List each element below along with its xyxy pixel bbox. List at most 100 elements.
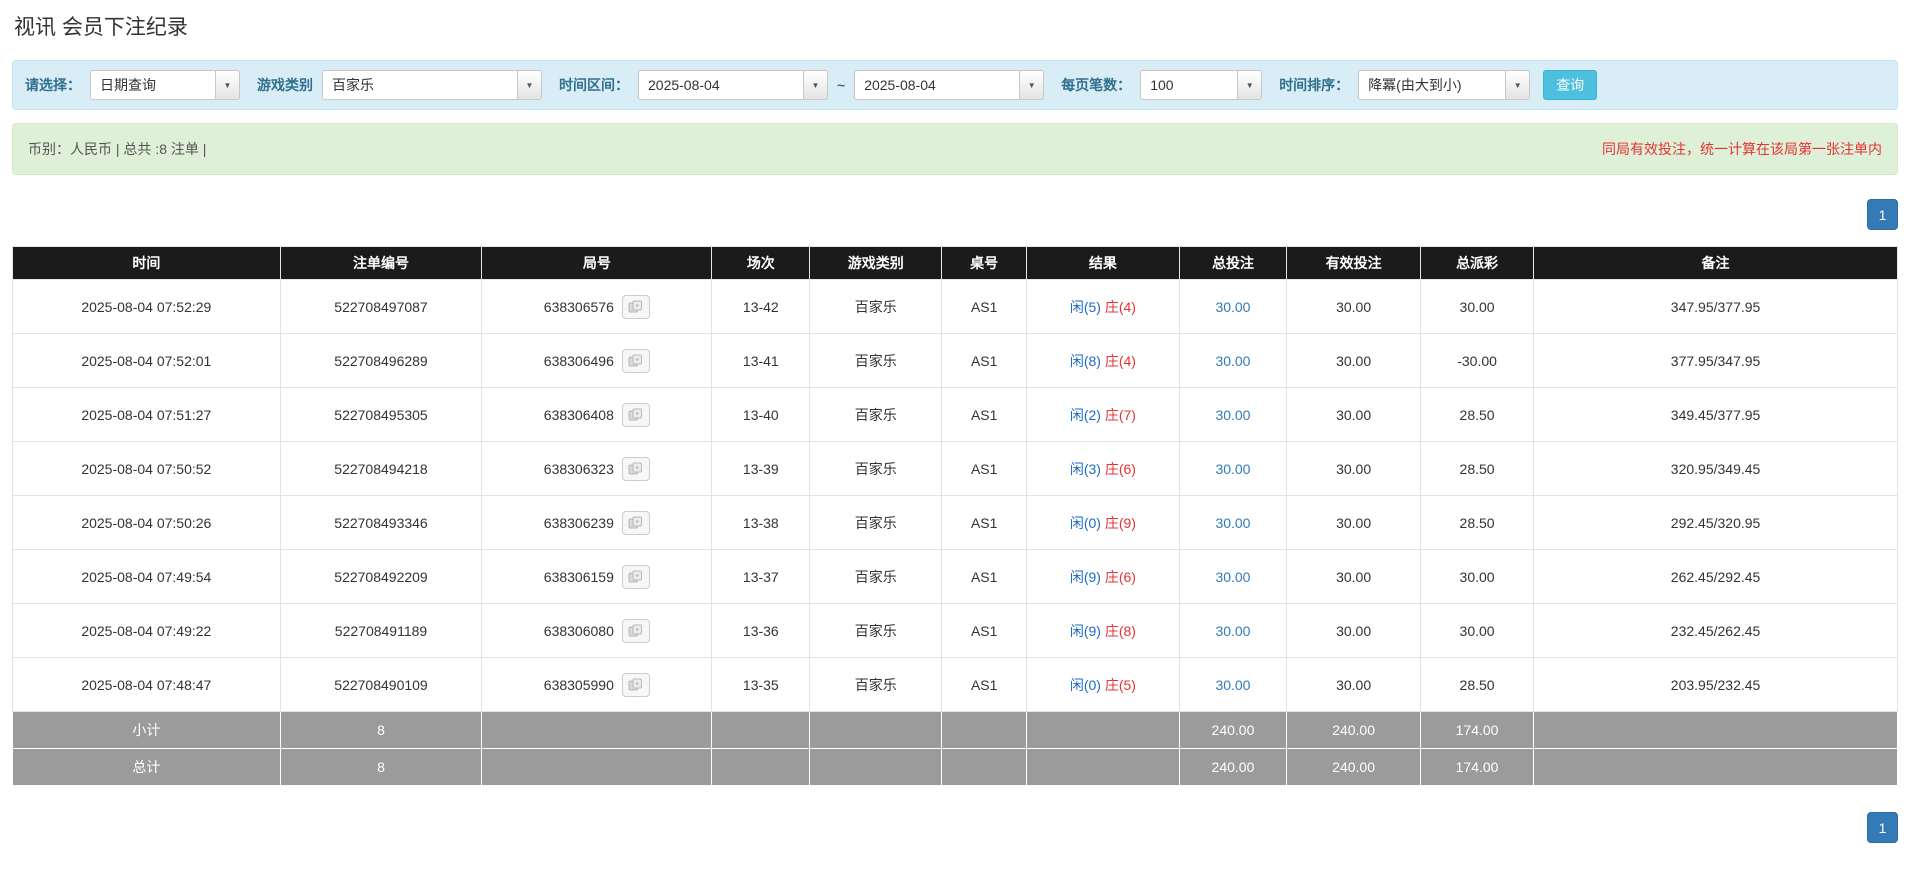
cell-round-id: 638306159 bbox=[482, 550, 712, 604]
subtotal-label: 小计 bbox=[13, 712, 281, 749]
round-replay-icon[interactable] bbox=[622, 349, 650, 373]
cell-payout: 28.50 bbox=[1421, 388, 1534, 442]
header-bet-id: 注单编号 bbox=[280, 247, 482, 280]
page-number-button[interactable]: 1 bbox=[1867, 812, 1898, 843]
page-size-combo: ▼ bbox=[1140, 70, 1262, 100]
cell-game-type: 百家乐 bbox=[810, 496, 942, 550]
result-player: 闲(5) bbox=[1070, 299, 1101, 315]
cell-game-type: 百家乐 bbox=[810, 442, 942, 496]
total-bet-link[interactable]: 30.00 bbox=[1215, 515, 1250, 531]
total-bet-link[interactable]: 30.00 bbox=[1215, 299, 1250, 315]
subtotal-count: 8 bbox=[280, 712, 482, 749]
round-id-text: 638306159 bbox=[544, 569, 614, 585]
cell-table-no: AS1 bbox=[942, 496, 1027, 550]
total-payout: 174.00 bbox=[1421, 749, 1534, 786]
chevron-down-icon[interactable]: ▼ bbox=[1019, 71, 1043, 99]
cell-valid-bet: 30.00 bbox=[1287, 550, 1421, 604]
cell-valid-bet: 30.00 bbox=[1287, 658, 1421, 712]
page-size-label: 每页笔数： bbox=[1061, 75, 1131, 95]
cell-result: 闲(0) 庄(5) bbox=[1027, 658, 1180, 712]
cell-time: 2025-08-04 07:48:47 bbox=[13, 658, 281, 712]
page-size-input[interactable] bbox=[1141, 71, 1237, 99]
round-replay-icon[interactable] bbox=[622, 565, 650, 589]
cell-time: 2025-08-04 07:50:26 bbox=[13, 496, 281, 550]
cell-payout: 30.00 bbox=[1421, 280, 1534, 334]
chevron-down-icon[interactable]: ▼ bbox=[1237, 71, 1261, 99]
round-replay-icon[interactable] bbox=[622, 295, 650, 319]
subtotal-empty-cell bbox=[942, 712, 1027, 749]
header-valid-bet: 有效投注 bbox=[1287, 247, 1421, 280]
bet-records-table: 时间 注单编号 局号 场次 游戏类别 桌号 结果 总投注 有效投注 总派彩 备注… bbox=[12, 246, 1898, 786]
cell-remark: 262.45/292.45 bbox=[1534, 550, 1898, 604]
round-id-text: 638305990 bbox=[544, 677, 614, 693]
total-bet-link[interactable]: 30.00 bbox=[1215, 677, 1250, 693]
cell-table-no: AS1 bbox=[942, 334, 1027, 388]
date-from-input[interactable] bbox=[639, 71, 803, 99]
round-replay-icon[interactable] bbox=[622, 673, 650, 697]
date-to-input[interactable] bbox=[855, 71, 1019, 99]
game-type-label: 游戏类别 bbox=[257, 75, 313, 95]
chevron-down-icon[interactable]: ▼ bbox=[803, 71, 827, 99]
header-session: 场次 bbox=[712, 247, 810, 280]
table-row: 2025-08-04 07:52:29522708497087638306576… bbox=[13, 280, 1898, 334]
currency-total-text: 币别：人民币 | 总共 :8 注单 | bbox=[28, 139, 206, 159]
total-empty-cell bbox=[712, 749, 810, 786]
header-payout: 总派彩 bbox=[1421, 247, 1534, 280]
chevron-down-icon[interactable]: ▼ bbox=[1505, 71, 1529, 99]
cell-remark: 320.95/349.45 bbox=[1534, 442, 1898, 496]
total-bet-link[interactable]: 30.00 bbox=[1215, 569, 1250, 585]
total-bet-link[interactable]: 30.00 bbox=[1215, 461, 1250, 477]
round-replay-icon[interactable] bbox=[622, 511, 650, 535]
sort-order-label: 时间排序： bbox=[1279, 75, 1349, 95]
cell-remark: 349.45/377.95 bbox=[1534, 388, 1898, 442]
cell-game-type: 百家乐 bbox=[810, 388, 942, 442]
cell-total-bet: 30.00 bbox=[1179, 496, 1286, 550]
page-title: 视讯 会员下注纪录 bbox=[14, 14, 1898, 42]
result-banker: 庄(4) bbox=[1105, 353, 1136, 369]
chevron-down-icon[interactable]: ▼ bbox=[215, 71, 239, 99]
cell-session: 13-42 bbox=[712, 280, 810, 334]
result-banker: 庄(6) bbox=[1105, 461, 1136, 477]
total-bet-link[interactable]: 30.00 bbox=[1215, 353, 1250, 369]
cell-session: 13-39 bbox=[712, 442, 810, 496]
cell-result: 闲(3) 庄(6) bbox=[1027, 442, 1180, 496]
total-total-bet: 240.00 bbox=[1179, 749, 1286, 786]
result-player: 闲(3) bbox=[1070, 461, 1101, 477]
cell-result: 闲(9) 庄(6) bbox=[1027, 550, 1180, 604]
round-replay-icon[interactable] bbox=[622, 457, 650, 481]
chevron-down-icon[interactable]: ▼ bbox=[517, 71, 541, 99]
result-player: 闲(0) bbox=[1070, 515, 1101, 531]
filter-bar: 请选择： ▼ 游戏类别 ▼ 时间区间： ▼ ~ ▼ 每页笔数： ▼ 时间排序： … bbox=[12, 60, 1898, 110]
cell-table-no: AS1 bbox=[942, 658, 1027, 712]
table-row: 2025-08-04 07:49:22522708491189638306080… bbox=[13, 604, 1898, 658]
cell-result: 闲(2) 庄(7) bbox=[1027, 388, 1180, 442]
sort-order-input[interactable] bbox=[1359, 71, 1505, 99]
date-range-label: 时间区间： bbox=[559, 75, 629, 95]
table-row: 2025-08-04 07:52:01522708496289638306496… bbox=[13, 334, 1898, 388]
game-type-combo: ▼ bbox=[322, 70, 542, 100]
page-number-button[interactable]: 1 bbox=[1867, 199, 1898, 230]
round-id-text: 638306323 bbox=[544, 461, 614, 477]
round-replay-icon[interactable] bbox=[622, 619, 650, 643]
query-type-input[interactable] bbox=[91, 71, 215, 99]
total-bet-link[interactable]: 30.00 bbox=[1215, 407, 1250, 423]
cell-result: 闲(8) 庄(4) bbox=[1027, 334, 1180, 388]
total-bet-link[interactable]: 30.00 bbox=[1215, 623, 1250, 639]
table-row: 2025-08-04 07:50:52522708494218638306323… bbox=[13, 442, 1898, 496]
total-empty-cell bbox=[1534, 749, 1898, 786]
cell-total-bet: 30.00 bbox=[1179, 550, 1286, 604]
cell-table-no: AS1 bbox=[942, 550, 1027, 604]
cell-game-type: 百家乐 bbox=[810, 658, 942, 712]
cell-game-type: 百家乐 bbox=[810, 604, 942, 658]
date-range-separator: ~ bbox=[837, 77, 845, 93]
date-to-combo: ▼ bbox=[854, 70, 1044, 100]
round-replay-icon[interactable] bbox=[622, 403, 650, 427]
cell-time: 2025-08-04 07:52:01 bbox=[13, 334, 281, 388]
search-button[interactable]: 查询 bbox=[1543, 70, 1597, 100]
cell-payout: 30.00 bbox=[1421, 604, 1534, 658]
game-type-input[interactable] bbox=[323, 71, 517, 99]
cell-remark: 377.95/347.95 bbox=[1534, 334, 1898, 388]
cell-session: 13-36 bbox=[712, 604, 810, 658]
cell-result: 闲(5) 庄(4) bbox=[1027, 280, 1180, 334]
round-id-text: 638306408 bbox=[544, 407, 614, 423]
